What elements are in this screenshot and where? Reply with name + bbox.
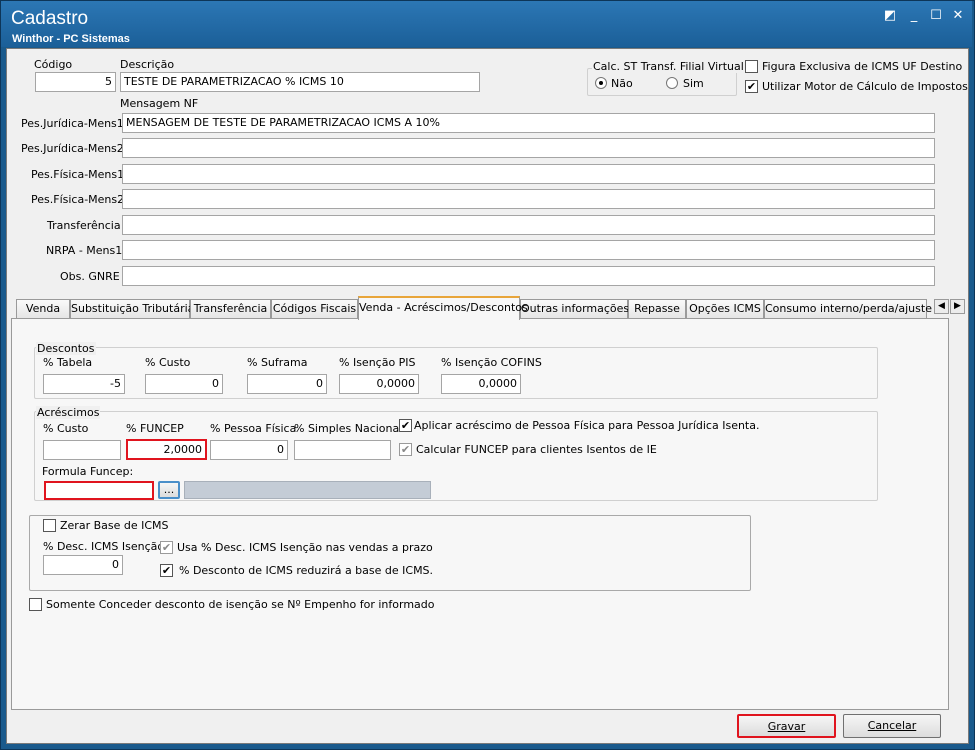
tab-substituicao[interactable]: Substituição Tributária [70, 299, 194, 319]
calcular-funcep-checkbox[interactable]: ✔ [399, 443, 412, 456]
msg-label-pj2: Pes.Jurídica-Mens2 [21, 142, 124, 155]
tab-panel: Descontos % Tabela -5 % Custo 0 % Sufram… [11, 318, 949, 710]
descontos-title: Descontos [36, 342, 96, 355]
descricao-label: Descrição [120, 58, 175, 71]
formula-display [184, 481, 431, 499]
msg-label-pf2: Pes.Física-Mens2 [31, 193, 125, 206]
tab-consumo-interno[interactable]: Consumo interno/perda/ajuste [764, 299, 932, 319]
restore-edit-icon[interactable]: ◩ [881, 9, 899, 23]
formula-funcep-input[interactable] [44, 481, 154, 500]
acr-custo-label: % Custo [43, 422, 89, 435]
acrescimos-title: Acréscimos [36, 406, 101, 419]
desc-icms-isencao-label: % Desc. ICMS Isenção [43, 540, 165, 553]
formula-funcep-label: Formula Funcep: [42, 465, 134, 478]
formula-browse-button[interactable]: ... [158, 481, 180, 499]
calc-st-sim-label: Sim [683, 77, 704, 90]
utilizar-motor-checkbox[interactable]: ✔ [745, 80, 758, 93]
tab-outras-informacoes[interactable]: Outras informações [520, 299, 629, 319]
descricao-input[interactable]: TESTE DE PARAMETRIZACAO % ICMS 10 [120, 72, 480, 92]
msg-input-nrpa[interactable] [122, 240, 935, 260]
figura-exclusiva-checkbox[interactable] [745, 60, 758, 73]
acr-simples-nacional-input[interactable] [294, 440, 391, 460]
desc-tabela-input[interactable]: -5 [43, 374, 125, 394]
calcular-funcep-label: Calcular FUNCEP para clientes Isentos de… [416, 443, 657, 456]
desc-isencao-cofins-label: % Isenção COFINS [441, 356, 542, 369]
desc-isencao-cofins-input[interactable]: 0,0000 [441, 374, 521, 394]
close-icon[interactable]: ✕ [949, 9, 967, 23]
tab-venda[interactable]: Venda [16, 299, 70, 319]
desc-icms-isencao-input[interactable]: 0 [43, 555, 123, 575]
calc-st-nao-label: Não [611, 77, 633, 90]
desc-tabela-label: % Tabela [43, 356, 93, 369]
gravar-button[interactable]: Gravar [737, 714, 836, 738]
calc-st-nao-radio[interactable] [595, 77, 607, 89]
msg-input-pj2[interactable] [122, 138, 935, 158]
msg-label-pj1: Pes.Jurídica-Mens1 [21, 117, 124, 130]
reduz-base-checkbox[interactable]: ✔ [160, 564, 173, 577]
figura-exclusiva-label: Figura Exclusiva de ICMS UF Destino [762, 60, 963, 73]
calc-st-sim-radio[interactable] [666, 77, 678, 89]
tab-transferencia[interactable]: Transferência [190, 299, 271, 319]
utilizar-motor-label: Utilizar Motor de Cálculo de Impostos [762, 80, 968, 93]
maximize-icon[interactable]: ☐ [927, 9, 945, 23]
usa-desc-checkbox[interactable]: ✔ [160, 541, 173, 554]
msg-input-transferencia[interactable] [122, 215, 935, 235]
msg-label-obs-gnre: Obs. GNRE [60, 270, 120, 283]
desc-isencao-pis-input[interactable]: 0,0000 [339, 374, 419, 394]
tab-venda-acrescimos[interactable]: Venda - Acréscimos/Descontos [358, 296, 528, 320]
acr-funcep-input[interactable]: 2,0000 [126, 439, 207, 460]
desc-isencao-pis-label: % Isenção PIS [339, 356, 416, 369]
tab-repasse[interactable]: Repasse [628, 299, 686, 319]
msg-label-nrpa: NRPA - Mens1 [46, 244, 123, 257]
somente-conceder-label: Somente Conceder desconto de isenção se … [46, 598, 435, 611]
msg-input-pf2[interactable] [122, 189, 935, 209]
cancelar-button[interactable]: Cancelar [843, 714, 941, 738]
minimize-icon[interactable]: _ [905, 9, 923, 23]
msg-input-pj1[interactable]: MENSAGEM DE TESTE DE PARAMETRIZACAO ICMS… [122, 113, 935, 133]
tab-scroll-right-icon[interactable]: ▶ [950, 299, 965, 314]
acr-custo-input[interactable] [43, 440, 121, 460]
reduz-base-label: % Desconto de ICMS reduzirá a base de IC… [179, 564, 434, 577]
usa-desc-label: Usa % Desc. ICMS Isenção nas vendas a pr… [177, 541, 433, 554]
msg-input-pf1[interactable] [122, 164, 935, 184]
calc-st-title: Calc. ST Transf. Filial Virtual [592, 60, 745, 73]
window-title: Cadastro [11, 8, 89, 29]
msg-input-obs-gnre[interactable] [122, 266, 935, 286]
tab-scroll-left-icon[interactable]: ◀ [934, 299, 949, 314]
aplicar-acrescimo-checkbox[interactable]: ✔ [399, 419, 412, 432]
acr-pessoa-fisica-label: % Pessoa Física [210, 422, 297, 435]
somente-conceder-checkbox[interactable] [29, 598, 42, 611]
gravar-label: Gravar [767, 720, 806, 733]
msg-label-transferencia: Transferência [47, 219, 121, 232]
title-bar: Cadastro Winthor - PC Sistemas ◩ _ ☐ ✕ [1, 1, 972, 47]
tab-opcoes-icms[interactable]: Opções ICMS [686, 299, 764, 319]
zerar-base-label: Zerar Base de ICMS [60, 519, 169, 532]
aplicar-acrescimo-label: Aplicar acréscimo de Pessoa Física para … [414, 419, 760, 432]
tab-codigos-fiscais[interactable]: Códigos Fiscais [271, 299, 358, 319]
codigo-input[interactable]: 5 [35, 72, 116, 92]
acr-funcep-label: % FUNCEP [126, 422, 184, 435]
cancelar-label: Cancelar [867, 719, 917, 732]
desc-custo-label: % Custo [145, 356, 191, 369]
window-subtitle: Winthor - PC Sistemas [12, 33, 130, 45]
acr-simples-nacional-label: % Simples Nacional [294, 422, 403, 435]
mensagem-nf-label: Mensagem NF [120, 97, 199, 110]
codigo-label: Código [34, 58, 73, 71]
desc-custo-input[interactable]: 0 [145, 374, 223, 394]
acr-pessoa-fisica-input[interactable]: 0 [210, 440, 288, 460]
msg-label-pf1: Pes.Física-Mens1 [31, 168, 125, 181]
desc-suframa-input[interactable]: 0 [247, 374, 327, 394]
desc-suframa-label: % Suframa [247, 356, 308, 369]
zerar-base-checkbox[interactable] [43, 519, 56, 532]
